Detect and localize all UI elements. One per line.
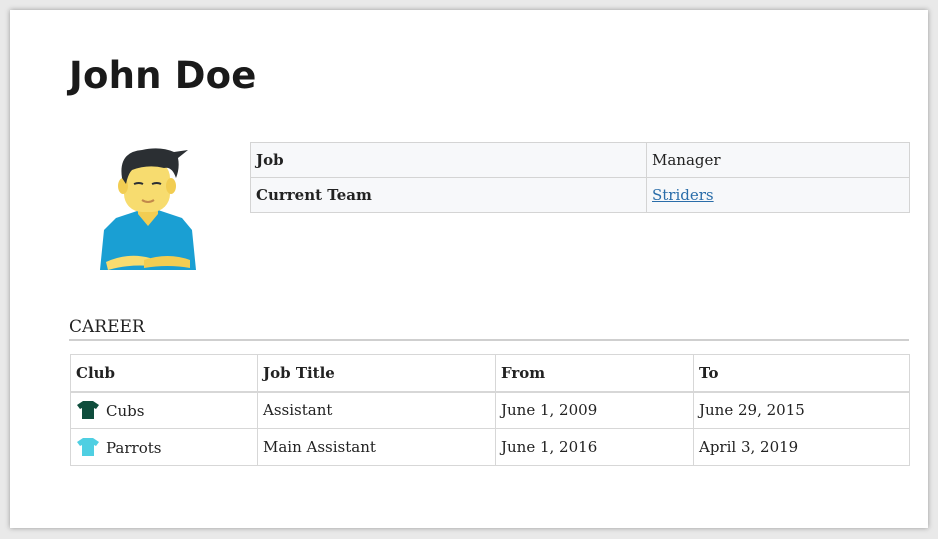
club-cell: Cubs (70, 391, 258, 429)
info-table: Job Manager Current Team Striders (250, 142, 910, 213)
info-row-job: Job Manager (250, 142, 910, 178)
info-row-current-team: Current Team Striders (250, 177, 910, 213)
career-header-row: Club Job Title From To (70, 354, 910, 393)
club-cell: Parrots (70, 428, 258, 466)
job-label: Job (250, 142, 647, 178)
col-job-title: Job Title (257, 354, 496, 393)
club-name: Cubs (106, 402, 145, 421)
career-heading: CAREER (69, 317, 909, 341)
job-title-cell: Assistant (257, 391, 496, 429)
to-cell: April 3, 2019 (693, 428, 910, 466)
job-value: Manager (646, 142, 910, 178)
shirt-icon (76, 437, 100, 457)
table-row: Cubs Assistant June 1, 2009 June 29, 201… (70, 391, 910, 429)
current-team-label: Current Team (250, 177, 647, 213)
avatar (98, 140, 198, 270)
from-cell: June 1, 2009 (495, 391, 694, 429)
profile-card: John Doe Job Manager Current Team Stride… (10, 10, 928, 528)
table-row: Parrots Main Assistant June 1, 2016 Apri… (70, 428, 910, 466)
to-cell: June 29, 2015 (693, 391, 910, 429)
career-table: Club Job Title From To Cubs Assistant Ju… (70, 354, 910, 466)
club-name: Parrots (106, 439, 162, 457)
current-team-cell: Striders (646, 177, 910, 213)
profile-name: John Doe (69, 54, 257, 97)
col-from: From (495, 354, 694, 393)
from-cell: June 1, 2016 (495, 428, 694, 466)
job-title-cell: Main Assistant (257, 428, 496, 466)
col-to: To (693, 354, 910, 393)
current-team-link[interactable]: Striders (652, 186, 714, 204)
shirt-icon (76, 400, 100, 420)
col-club: Club (70, 354, 258, 393)
